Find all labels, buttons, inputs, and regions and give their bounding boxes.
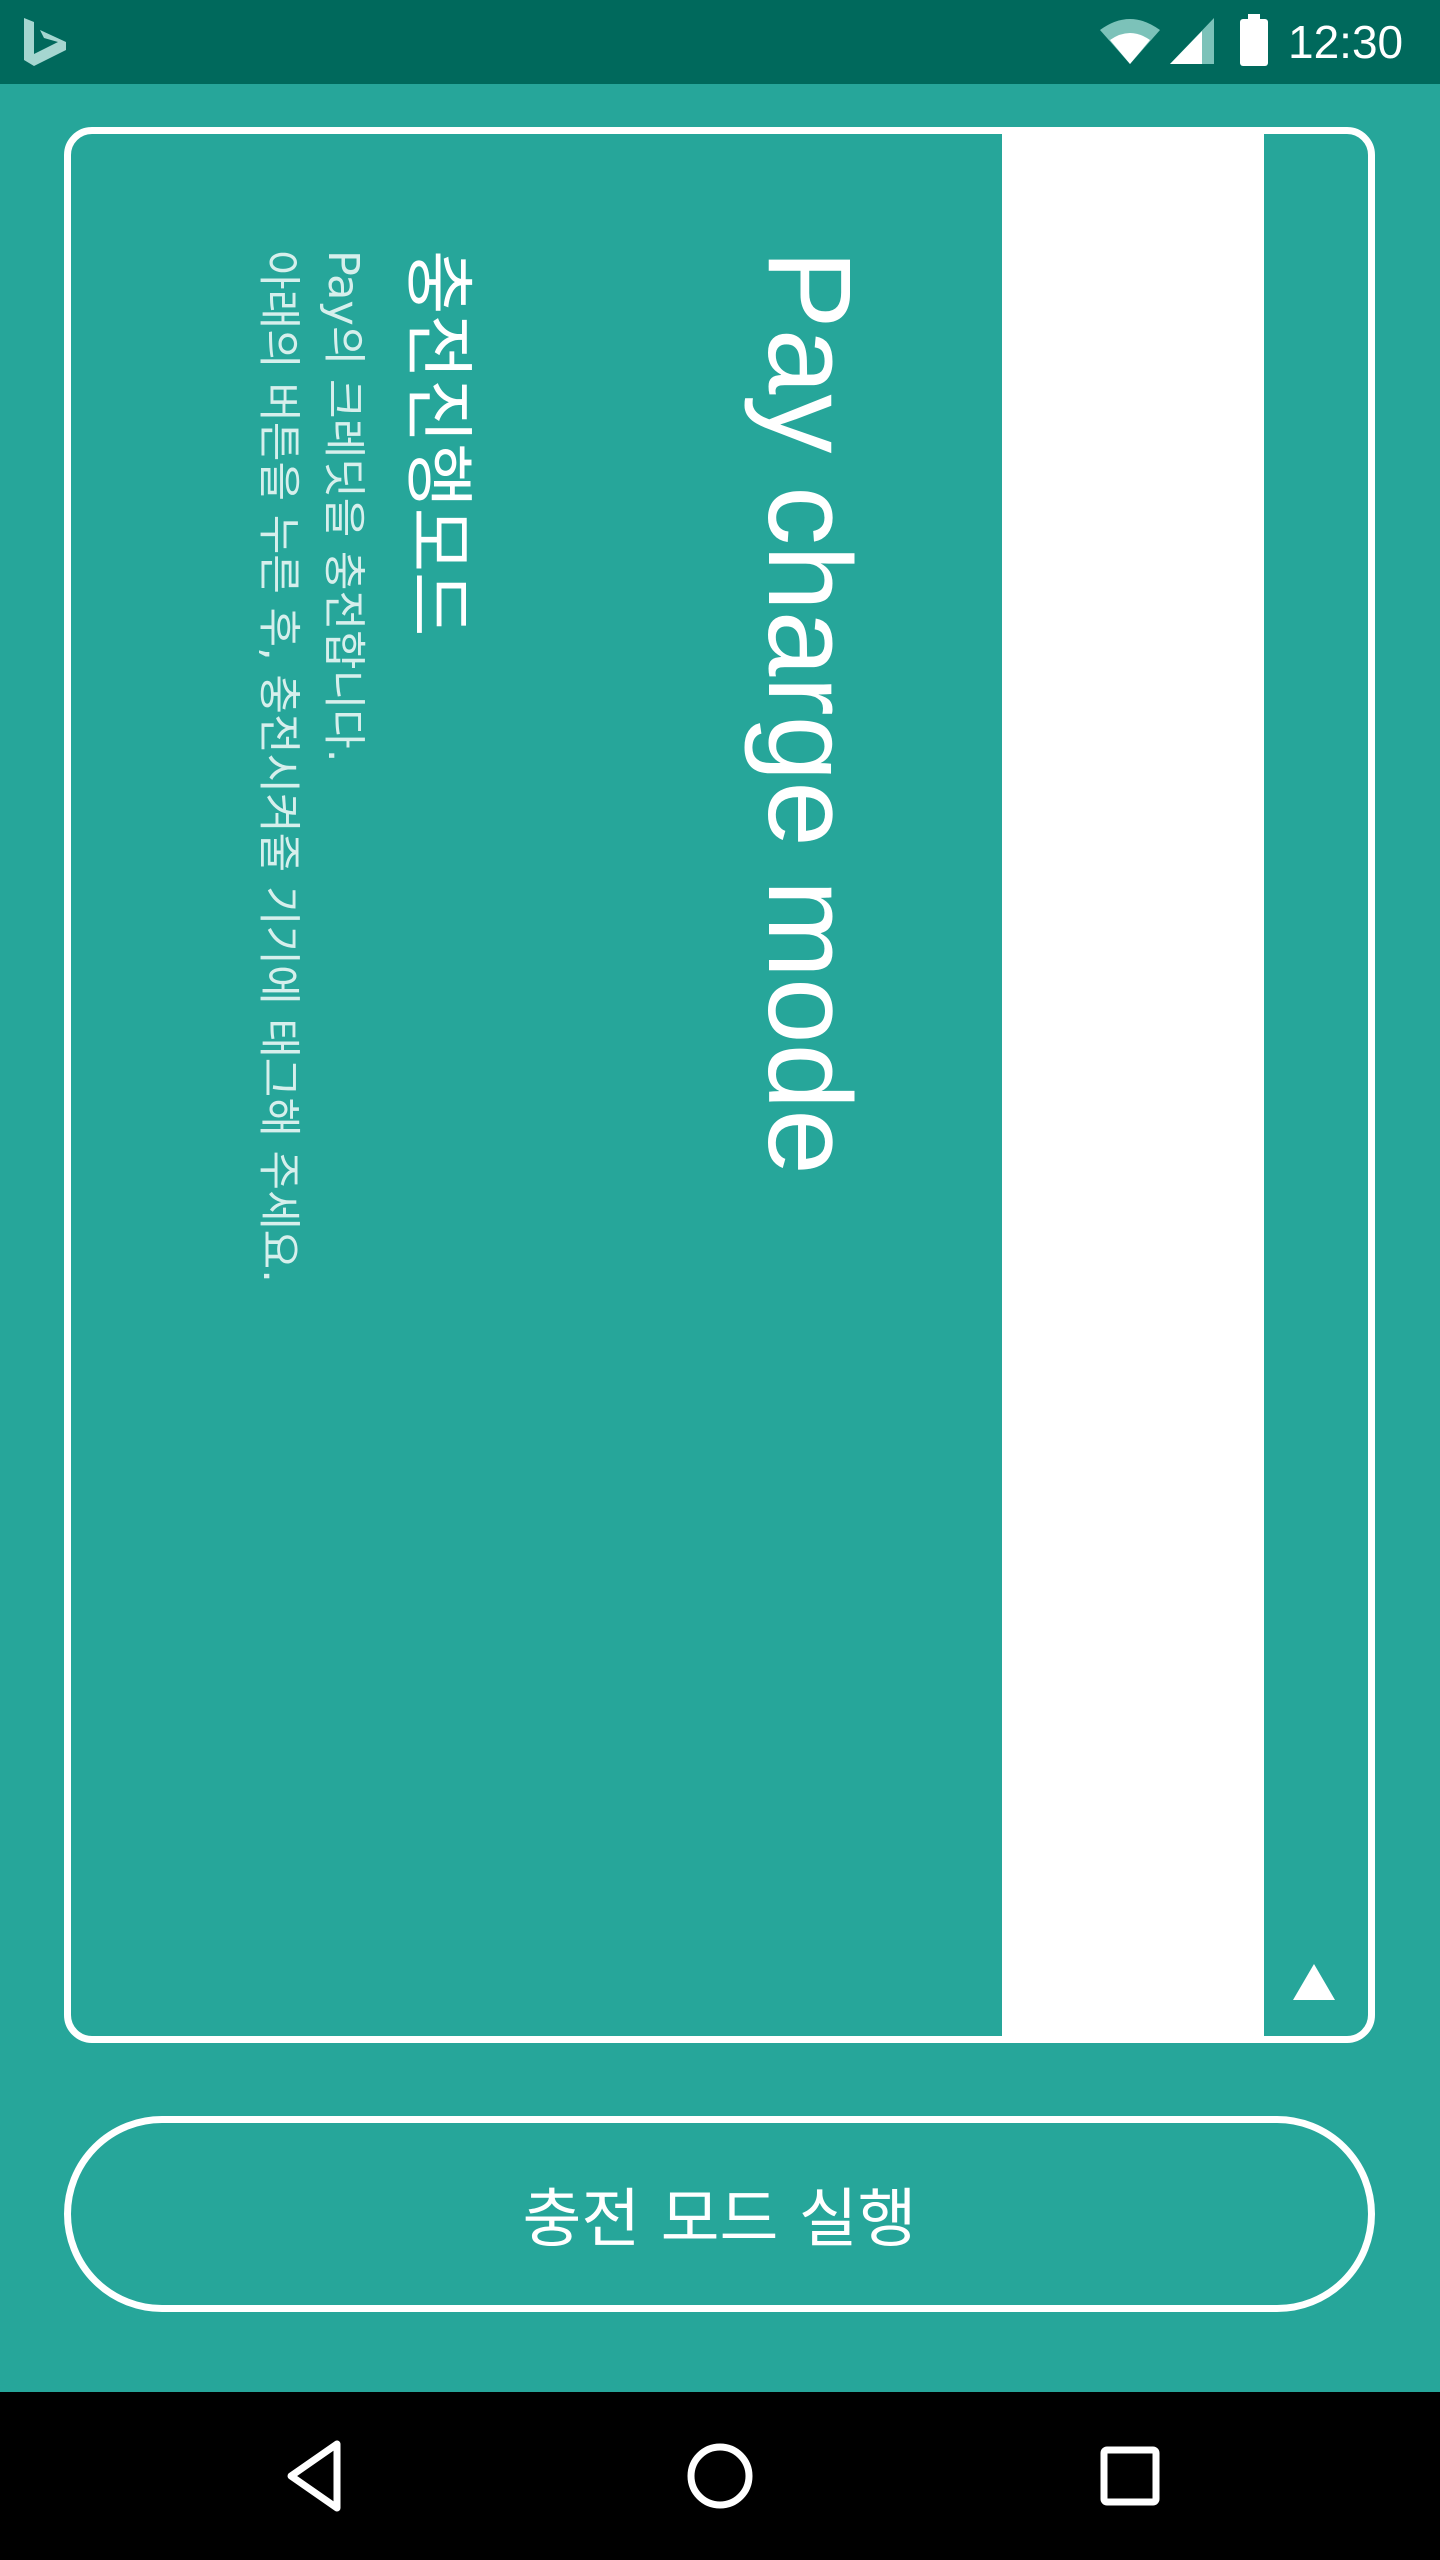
run-charge-mode-label: 충전 모드 실행: [522, 2183, 917, 2257]
recents-icon[interactable]: [1094, 2436, 1166, 2516]
card-title-ko: 충전진행모드: [397, 250, 479, 637]
battery-icon: [1240, 14, 1268, 66]
home-icon[interactable]: [684, 2436, 756, 2516]
bing-logo-icon: [24, 18, 66, 66]
card-description-line2: 아래의 버튼을 누른 후, 충전시켜줄 기기에 태그해 주세요.: [253, 250, 303, 1283]
cell-signal-icon: [1170, 18, 1214, 64]
triangle-up-icon[interactable]: [1291, 1962, 1337, 2002]
wifi-icon: [1100, 19, 1160, 64]
card-title-en: Pay charge mode: [743, 250, 875, 1175]
status-bar: 12:30: [0, 0, 1440, 84]
card-white-strip: [1002, 134, 1264, 2036]
card-description-line1: Pay의 크레딧을 충전합니다.: [318, 250, 368, 763]
status-time: 12:30: [1288, 16, 1404, 68]
navigation-bar: [0, 2392, 1440, 2560]
run-charge-mode-button[interactable]: 충전 모드 실행: [64, 2116, 1375, 2312]
charge-mode-card: Pay charge mode 충전진행모드 Pay의 크레딧을 충전합니다. …: [64, 127, 1375, 2043]
back-icon[interactable]: [283, 2436, 345, 2516]
